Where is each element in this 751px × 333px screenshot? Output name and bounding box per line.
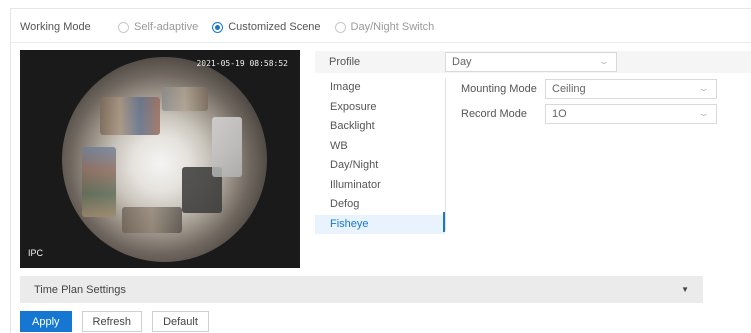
channel-label: IPC <box>28 248 44 258</box>
profile-row: Profile Day ⌄ <box>315 51 751 73</box>
mounting-mode-row: Mounting Mode Ceiling ⌄ <box>461 79 717 99</box>
apply-button[interactable]: Apply <box>20 311 72 332</box>
settings-menu: Image Exposure Backlight WB Day/Night Il… <box>315 78 445 234</box>
menu-item-fisheye[interactable]: Fisheye <box>315 214 445 234</box>
chevron-down-icon: ⌄ <box>698 83 711 93</box>
divider <box>10 42 751 43</box>
record-mode-row: Record Mode 1O ⌄ <box>461 104 717 124</box>
shelf-graphic <box>82 147 116 217</box>
radio-label: Day/Night Switch <box>350 21 435 33</box>
menu-item-day-night[interactable]: Day/Night <box>315 156 445 176</box>
menu-item-defog[interactable]: Defog <box>315 195 445 215</box>
shelf-graphic <box>162 87 208 111</box>
wall-graphic <box>212 117 242 177</box>
menu-item-backlight[interactable]: Backlight <box>315 117 445 137</box>
menu-item-exposure[interactable]: Exposure <box>315 98 445 118</box>
shelf-graphic <box>100 97 160 135</box>
record-mode-label: Record Mode <box>461 108 528 120</box>
profile-select[interactable]: Day ⌄ <box>445 52 617 72</box>
video-timestamp: 2021-05-19 08:58:52 <box>196 59 288 68</box>
radio-customized-scene[interactable]: Customized Scene <box>212 21 321 33</box>
menu-divider <box>445 78 446 231</box>
radio-label: Self-adaptive <box>134 21 199 33</box>
shelf-graphic <box>122 207 182 233</box>
working-mode-row: Working Mode Self-adaptive Customized Sc… <box>20 18 448 36</box>
record-mode-select[interactable]: 1O ⌄ <box>545 104 717 124</box>
profile-select-value: Day <box>452 56 472 68</box>
menu-item-wb[interactable]: WB <box>315 137 445 157</box>
active-indicator <box>443 212 445 232</box>
radio-circle[interactable] <box>118 21 129 33</box>
record-mode-value: 1O <box>552 108 567 120</box>
working-mode-label: Working Mode <box>20 21 91 33</box>
menu-item-image[interactable]: Image <box>315 78 445 98</box>
radio-circle[interactable] <box>334 21 346 33</box>
chevron-down-icon: ⌄ <box>598 56 611 66</box>
radio-self-adaptive[interactable]: Self-adaptive <box>118 21 198 33</box>
mounting-mode-label: Mounting Mode <box>461 83 537 95</box>
profile-label: Profile <box>329 56 361 68</box>
live-video-preview[interactable]: 2021-05-19 08:58:52 IPC <box>20 50 300 268</box>
chevron-down-icon: ⌄ <box>698 108 711 118</box>
mounting-mode-select[interactable]: Ceiling ⌄ <box>545 79 717 99</box>
refresh-button[interactable]: Refresh <box>81 311 143 332</box>
default-button[interactable]: Default <box>152 311 209 332</box>
radio-label: Customized Scene <box>228 21 321 33</box>
caret-down-icon[interactable]: ▼ <box>681 285 689 294</box>
menu-item-illuminator[interactable]: Illuminator <box>315 176 445 196</box>
fisheye-image <box>62 57 267 262</box>
radio-day-night-switch[interactable]: Day/Night Switch <box>334 21 435 33</box>
mounting-mode-value: Ceiling <box>552 83 586 95</box>
time-plan-settings-label: Time Plan Settings <box>34 283 126 296</box>
radio-circle-checked[interactable] <box>212 21 224 33</box>
time-plan-settings-bar[interactable]: Time Plan Settings ▼ <box>20 276 703 303</box>
action-buttons: Apply Refresh Default <box>20 311 219 332</box>
